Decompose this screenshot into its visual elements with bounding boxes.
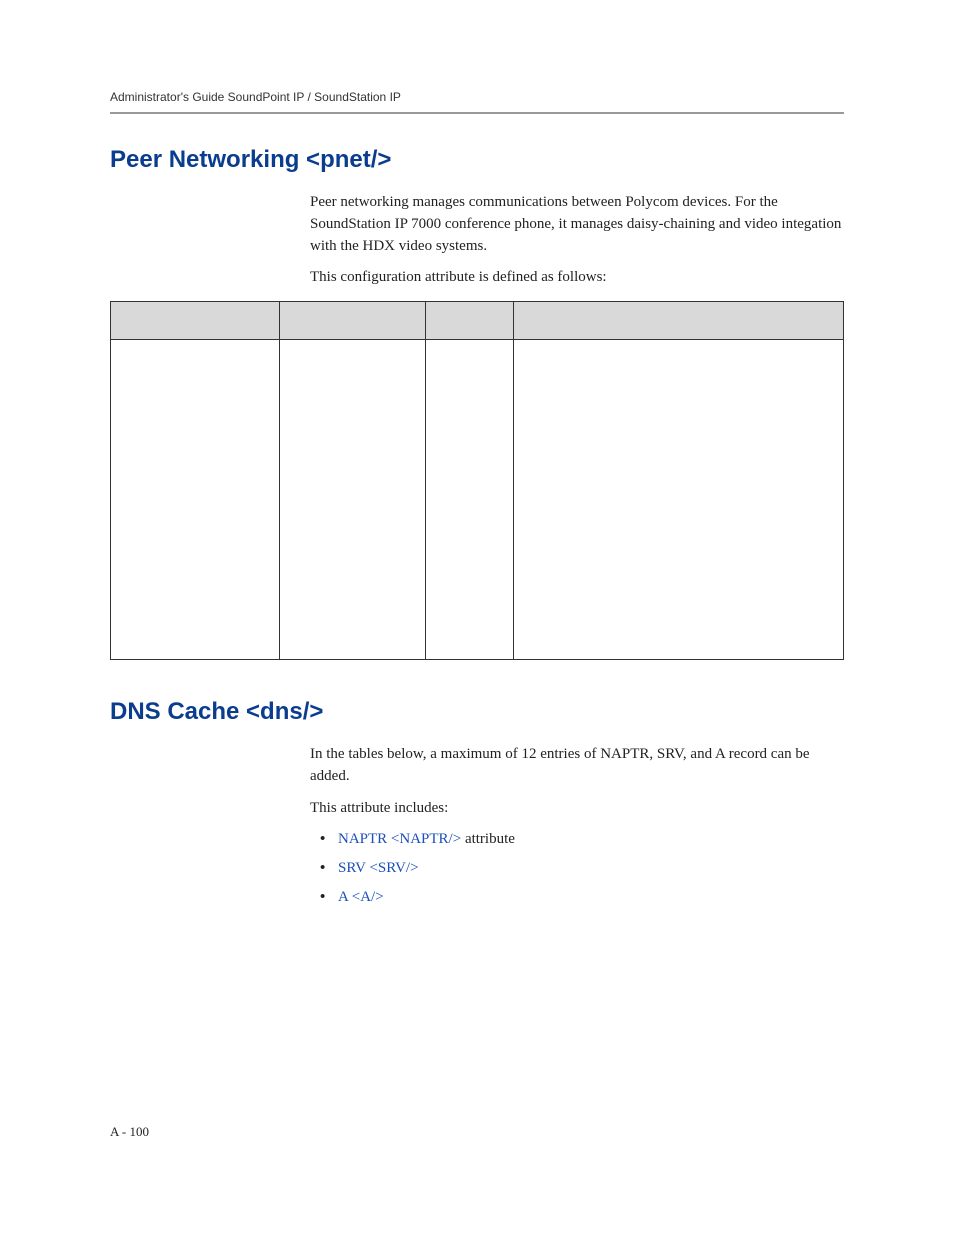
section-heading-dns-cache: DNS Cache <dns/> xyxy=(110,698,844,726)
section-heading-peer-networking: Peer Networking <pnet/> xyxy=(110,146,844,174)
list-item-tail: attribute xyxy=(461,831,515,847)
table-cell xyxy=(111,340,280,660)
table-cell xyxy=(426,340,514,660)
table-header-cell xyxy=(514,302,844,340)
page-container: Administrator's Guide SoundPoint IP / So… xyxy=(0,0,954,1235)
list-item: SRV <SRV/> xyxy=(310,858,844,879)
link-naptr[interactable]: NAPTR <NAPTR/> xyxy=(338,831,461,847)
list-item: A <A/> xyxy=(310,887,844,908)
table-header-cell xyxy=(279,302,426,340)
config-attribute-table xyxy=(110,301,844,660)
section2-body: In the tables below, a maximum of 12 ent… xyxy=(310,744,844,908)
table-cell xyxy=(279,340,426,660)
section1-body: Peer networking manages communications b… xyxy=(310,192,844,289)
section1-paragraph-2: This configuration attribute is defined … xyxy=(310,267,844,289)
page-number: A - 100 xyxy=(110,1124,149,1140)
link-srv[interactable]: SRV <SRV/> xyxy=(338,860,419,876)
table-header-cell xyxy=(426,302,514,340)
table-header-cell xyxy=(111,302,280,340)
section2-paragraph-1: In the tables below, a maximum of 12 ent… xyxy=(310,744,844,788)
running-header: Administrator's Guide SoundPoint IP / So… xyxy=(110,90,844,114)
table-cell xyxy=(514,340,844,660)
list-item: NAPTR <NAPTR/> attribute xyxy=(310,829,844,850)
table-header-row xyxy=(111,302,844,340)
section1-paragraph-1: Peer networking manages communications b… xyxy=(310,192,844,257)
link-a[interactable]: A <A/> xyxy=(338,889,384,905)
attribute-bullet-list: NAPTR <NAPTR/> attribute SRV <SRV/> A <A… xyxy=(310,829,844,908)
table-row xyxy=(111,340,844,660)
section2-paragraph-2: This attribute includes: xyxy=(310,798,844,820)
